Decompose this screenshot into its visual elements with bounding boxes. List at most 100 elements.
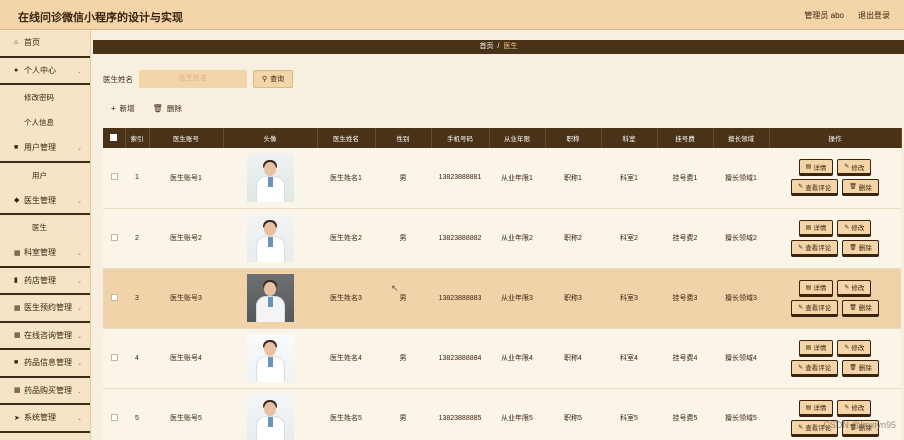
cell-name: 医生姓名4 (317, 328, 375, 389)
select-all-checkbox[interactable] (110, 133, 118, 141)
avatar-cell (223, 388, 317, 440)
edit-button[interactable]: ✎ 修改 (837, 339, 872, 357)
grid-icon: ▦ (14, 332, 21, 340)
column-header: 索引 (125, 128, 150, 148)
avatar-cell (223, 148, 317, 209)
sidebar-item-6[interactable]: ▦ 医生预约管理 ⌄ (0, 295, 90, 323)
add-button[interactable]: + 新增 (111, 103, 135, 114)
sidebar-item-4[interactable]: ▦ 科室管理 ⌄ (0, 240, 90, 268)
sidebar-subitem[interactable]: 个人信息 (0, 110, 90, 135)
edit-button[interactable]: ✎ 修改 (837, 219, 872, 237)
cell-years: 从业年限2 (489, 208, 545, 269)
avatar (246, 274, 294, 322)
row-checkbox[interactable] (110, 293, 118, 301)
ops-row: ▤ 详情 ✎ 修改 (798, 279, 872, 297)
search-input[interactable]: 医生姓名 (139, 70, 247, 88)
ops-group: ▤ 详情 ✎ 修改 ✎ 查看评论 🗑 删除 (769, 159, 901, 197)
cell-title: 职称2 (545, 208, 601, 269)
row-checkbox[interactable] (110, 233, 118, 241)
edit-label: 修改 (851, 345, 865, 352)
send-icon: ➤ (14, 414, 20, 422)
detail-button[interactable]: ▤ 详情 (798, 159, 834, 177)
table-row[interactable]: 5 医生账号5 医生姓名5 男 13823888885 从业年限5 职称5 科室5 挂号费5 擅长… (103, 388, 901, 440)
sidebar-item-7[interactable]: ▦ 在线咨询管理 ⌄ (0, 323, 90, 350)
add-button-label: 新增 (119, 104, 135, 113)
mouse-cursor-icon: ↖ (391, 283, 399, 293)
table-row[interactable]: 3 医生账号3 医生姓名3 男 13823888883 从业年限3 职称3 科室3 挂号费3 擅长… (103, 268, 901, 329)
cell-years: 从业年限4 (489, 328, 545, 389)
cell-field: 擅长领域5 (713, 388, 769, 440)
sidebar-subitem[interactable]: 修改密码 (0, 85, 90, 110)
sidebar-item-5[interactable]: ▮ 药店管理 ⌄ (0, 268, 90, 295)
column-header: 擅长领域 (713, 128, 770, 148)
batch-delete-button[interactable]: 🗑 删除 (153, 103, 182, 114)
trash-icon: 🗑 (849, 304, 857, 311)
sidebar-item-3[interactable]: ◆ 医生管理 ⌄ (0, 188, 90, 215)
detail-button[interactable]: ▤ 详情 (798, 219, 834, 237)
sidebar-item-2[interactable]: ■ 用户管理 ⌄ (0, 135, 90, 163)
ops-row: ▤ 详情 ✎ 修改 (798, 399, 872, 417)
sidebar-subitem[interactable]: 用户 (0, 163, 90, 188)
review-button[interactable]: ✎ 查看评论 (791, 299, 839, 317)
cell-phone: 13823888881 (431, 148, 489, 209)
admin-label: 管理员 abo (804, 11, 844, 20)
delete-button[interactable]: 🗑 删除 (842, 299, 879, 317)
cell-gender: 男 (375, 328, 431, 389)
cell-title: 职称3 (545, 268, 601, 329)
column-header[interactable] (103, 128, 126, 148)
logout-link[interactable]: 退出登录 (858, 10, 890, 21)
review-icon: ✎ (798, 304, 804, 311)
chevron-down-icon: ⌄ (76, 361, 82, 367)
breadcrumb-home[interactable]: 首页 (480, 43, 494, 50)
top-header: 在线问诊微信小程序的设计与实现 管理员 abo 退出登录 (0, 0, 904, 30)
cell-index: 1 (125, 148, 149, 209)
detail-button[interactable]: ▤ 详情 (798, 279, 834, 297)
edit-label: 修改 (851, 225, 865, 232)
review-icon: ✎ (798, 424, 804, 431)
edit-button[interactable]: ✎ 修改 (837, 399, 872, 417)
edit-button[interactable]: ✎ 修改 (837, 159, 872, 177)
cell-years: 从业年限5 (489, 388, 545, 440)
column-header: 医生姓名 (317, 128, 376, 148)
review-button[interactable]: ✎ 查看评论 (791, 239, 839, 257)
review-button[interactable]: ✎ 查看评论 (791, 179, 839, 197)
cell-title: 职称4 (545, 328, 601, 389)
sidebar-item-9[interactable]: ▦ 药品购买管理 ⌄ (0, 378, 90, 405)
delete-button[interactable]: 🗑 删除 (842, 179, 879, 197)
delete-button[interactable]: 🗑 删除 (842, 239, 879, 257)
action-row: + 新增 🗑 删除 (111, 103, 200, 114)
sidebar-item-0[interactable]: ⌂ 首页 (0, 30, 90, 58)
sidebar-item-1[interactable]: ● 个人中心 ⌄ (0, 58, 90, 85)
column-header: 挂号费 (657, 128, 714, 148)
cell-name: 医生姓名3 (317, 268, 375, 329)
sidebar-item-10[interactable]: ➤ 系统管理 ⌄ (0, 405, 90, 433)
doctor-table: 索引 医生账号 头像 医生姓名 性别 手机号码 从业年限 职称 科室 挂号费 擅长领域 操作 1 医生账… (103, 128, 902, 440)
table-row[interactable]: 2 医生账号2 医生姓名2 男 13823888882 从业年限2 职称2 科室2 挂号费2 擅长… (103, 208, 901, 269)
detail-button[interactable]: ▤ 详情 (798, 339, 834, 357)
sidebar-item-label: 医生预约管理 (24, 303, 72, 313)
breadcrumb: 首页 / 医生 (93, 40, 904, 54)
cell-years: 从业年限1 (489, 148, 545, 209)
delete-button[interactable]: 🗑 删除 (842, 359, 879, 377)
table-row[interactable]: 1 医生账号1 医生姓名1 男 13823888881 从业年限1 职称1 科室1 挂号费1 擅长… (103, 148, 901, 209)
review-button[interactable]: ✎ 查看评论 (791, 359, 839, 377)
cell-dept: 科室3 (601, 268, 657, 329)
row-checkbox[interactable] (110, 353, 118, 361)
search-button-label: 查询 (270, 76, 285, 83)
cell-phone: 13823888883 (431, 268, 489, 329)
search-button[interactable]: ⚲ 查询 (253, 70, 293, 88)
cell-dept: 科室2 (601, 208, 657, 269)
detail-button[interactable]: ▤ 详情 (798, 399, 834, 417)
edit-button[interactable]: ✎ 修改 (837, 279, 872, 297)
avatar-cell (223, 208, 317, 269)
row-checkbox[interactable] (110, 173, 118, 181)
sidebar-subitem[interactable]: 医生 (0, 215, 90, 240)
sidebar-item-8[interactable]: ■ 药品信息管理 ⌄ (0, 350, 90, 378)
table-row[interactable]: 4 医生账号4 医生姓名4 男 13823888884 从业年限4 职称4 科室4 挂号费4 擅长… (103, 328, 901, 389)
avatar-head (263, 161, 276, 176)
row-checkbox[interactable] (110, 413, 118, 421)
detail-label: 详情 (813, 405, 827, 412)
delete-label: 删除 (858, 184, 872, 192)
cell-title: 职称1 (545, 148, 601, 209)
cell-gender: 男 (375, 268, 431, 329)
